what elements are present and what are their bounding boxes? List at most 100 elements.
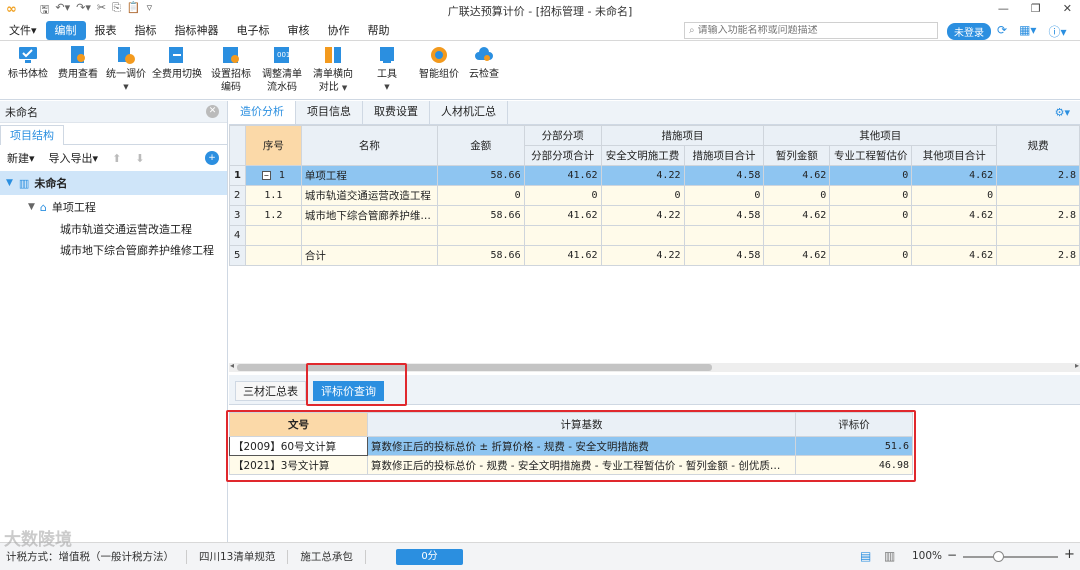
tab-cost-analysis[interactable]: 造价分析 <box>229 101 296 124</box>
menu-report[interactable]: 报表 <box>86 21 126 40</box>
menu-file[interactable]: 文件▾ <box>0 21 46 40</box>
tab-fee-settings[interactable]: 取费设置 <box>363 101 430 124</box>
zoom-in-icon[interactable]: + <box>1064 547 1075 562</box>
column-view-icon[interactable]: ▥ <box>884 549 895 563</box>
scroll-right-icon[interactable]: ▸ <box>1075 361 1079 370</box>
apps-icon[interactable]: ▦▾ <box>1019 23 1036 40</box>
menu-help[interactable]: 帮助 <box>359 21 399 40</box>
scrollbar-thumb[interactable] <box>237 364 712 371</box>
fee-view-button[interactable]: 费用查看 <box>54 44 102 81</box>
paste-icon[interactable]: 📋 <box>127 1 141 20</box>
col-header-name[interactable]: 名称 <box>300 125 438 166</box>
scroll-left-icon[interactable]: ◂ <box>230 361 234 370</box>
table-row[interactable]: 2 1.1 城市轨道交通运营改造工程 0 0 0 0 0 0 0 <box>229 185 1080 206</box>
cloud-icon <box>473 44 495 66</box>
menu-index-tool[interactable]: 指标神器 <box>166 21 228 40</box>
redo-icon[interactable]: ↷▾ <box>76 1 91 20</box>
switch-icon <box>166 44 188 66</box>
collapse-arrow-icon[interactable]: ▼ <box>28 202 35 212</box>
cloud-check-button[interactable]: 云检查 <box>464 44 504 81</box>
refresh-icon[interactable]: ⟳ <box>997 23 1007 40</box>
horizontal-scrollbar[interactable]: ◂ ▸ <box>229 361 1080 372</box>
save-icon[interactable]: 🖫 <box>40 1 49 20</box>
new-button[interactable]: 新建▾ <box>7 150 35 166</box>
tools-button[interactable]: 工具 ▼ <box>370 44 404 94</box>
bid-check-button[interactable]: 标书体检 <box>6 44 50 81</box>
col-header-fbfx-total[interactable]: 分部分项合计 <box>523 145 602 166</box>
col-header-provisional[interactable]: 暂列金额 <box>763 145 831 166</box>
minimize-icon[interactable]: — <box>998 2 1009 15</box>
tree-node-root[interactable]: ▼ ▥ 未命名 <box>0 171 227 195</box>
contract-status: 施工总承包 <box>288 549 366 564</box>
tree-node-unit-1[interactable]: 城市轨道交通运营改造工程 <box>0 219 227 239</box>
main-tab-bar: 造价分析 项目信息 取费设置 人材机汇总 ⚙▾ <box>229 101 1080 125</box>
move-down-icon[interactable]: ⬇ <box>135 152 144 165</box>
tab-eval-price-query[interactable]: 评标价查询 <box>313 381 384 401</box>
tree-node-unit-2[interactable]: 城市地下综合管廊养护维修工程 <box>0 239 227 261</box>
close-icon[interactable]: ✕ <box>1063 2 1072 15</box>
copy-icon[interactable]: ⎘ <box>112 1 121 20</box>
view-mode-icon[interactable]: ▤ <box>860 549 871 563</box>
table-row[interactable]: 【2009】60号文计算 算数修正后的投标总价 ± 折算价格 - 规费 - 安全… <box>229 436 913 456</box>
table-row[interactable]: 【2021】3号文计算 算数修正后的投标总价 - 规费 - 安全文明措施费 - … <box>229 455 913 475</box>
col-header-amount[interactable]: 金额 <box>436 125 525 166</box>
col-header-other-total[interactable]: 其他项目合计 <box>911 145 998 166</box>
zoom-slider[interactable] <box>963 551 1058 562</box>
app-logo-icon: ∞ <box>6 2 17 17</box>
unified-price-adjust-button[interactable]: 统一调价 ▼ <box>104 44 148 94</box>
move-up-icon[interactable]: ⬆ <box>112 152 121 165</box>
zoom-slider-knob[interactable] <box>993 551 1004 562</box>
info-icon[interactable]: ⓘ▾ <box>1048 23 1066 40</box>
adjust-list-serial-button[interactable]: 001 调整清单 流水码 <box>258 44 306 94</box>
settings-icon[interactable]: ⚙▾ <box>1055 106 1070 119</box>
code-setting-icon <box>220 44 242 66</box>
col-header-safety[interactable]: 安全文明施工费 <box>600 145 685 166</box>
table-row[interactable]: 1 −1 单项工程 58.66 41.62 4.22 4.58 4.62 0 4… <box>229 165 1080 186</box>
set-bid-code-button[interactable]: 设置招标 编码 <box>206 44 256 94</box>
header-icons: ⟳ ▦▾ ⓘ▾ ⋮ <box>997 23 1080 40</box>
tab-three-materials[interactable]: 三材汇总表 <box>235 381 306 401</box>
window-controls: — ❐ ✕ <box>998 2 1072 15</box>
window-title: 广联达预算计价 - [招标管理 - 未命名] <box>447 5 633 18</box>
search-input[interactable] <box>697 25 923 36</box>
zoom-out-icon[interactable]: − <box>947 548 957 562</box>
cut-icon[interactable]: ✂ <box>97 1 106 20</box>
tab-project-structure[interactable]: 项目结构 <box>0 125 64 145</box>
col-header-prof-est[interactable]: 专业工程暂估价 <box>829 145 913 166</box>
tree-node-single-project[interactable]: ▼ ⌂ 单项工程 <box>0 195 227 219</box>
full-cost-switch-button[interactable]: 全费用切换 <box>150 44 204 81</box>
document-search-icon <box>67 44 89 66</box>
col-header-measures-total[interactable]: 措施项目合计 <box>683 145 765 166</box>
undo-icon[interactable]: ↶▾ <box>55 1 70 20</box>
restore-icon[interactable]: ❐ <box>1031 2 1041 15</box>
smart-pricing-button[interactable]: 智能组价 <box>416 44 462 81</box>
menu-index[interactable]: 指标 <box>126 21 166 40</box>
score-indicator[interactable]: 0分 <box>396 549 463 565</box>
list-serial-icon: 001 <box>271 44 293 66</box>
customize-icon[interactable]: ▿ <box>147 1 153 20</box>
collapse-box-icon[interactable]: − <box>261 171 271 180</box>
table-row[interactable]: 4 <box>229 225 1080 246</box>
list-compare-button[interactable]: 清单横向 对比 ▼ <box>310 44 356 95</box>
tab-labor-material-summary[interactable]: 人材机汇总 <box>430 101 508 124</box>
menu-e-bid[interactable]: 电子标 <box>228 21 279 40</box>
ribbon-toolbar: 标书体检 费用查看 统一调价 ▼ 全费用切换 设置招标 编码 001 调整清单 … <box>0 41 1080 100</box>
add-icon[interactable]: + <box>205 151 219 165</box>
col-header-seq[interactable]: 序号 <box>244 125 302 166</box>
menu-collab[interactable]: 协作 <box>319 21 359 40</box>
table-row-total[interactable]: 5 合计 58.66 41.62 4.22 4.58 4.62 0 4.62 2… <box>229 245 1080 266</box>
status-bar: 计税方式：增值税（一般计税方法） 四川13清单规范 施工总承包 0分 ▤ ▥ 1… <box>0 542 1080 570</box>
table-row[interactable]: 3 1.2 城市地下综合管廊养护维… 58.66 41.62 4.22 4.58… <box>229 205 1080 226</box>
collapse-arrow-icon[interactable]: ▼ <box>6 178 13 188</box>
panel-toolbar: 新建▾ 导入导出▾ ⬆ ⬇ + <box>0 145 227 171</box>
tab-project-info[interactable]: 项目信息 <box>296 101 363 124</box>
close-panel-icon[interactable]: ✕ <box>206 105 219 118</box>
menu-review[interactable]: 审核 <box>279 21 319 40</box>
col-header-eval-price[interactable]: 评标价 <box>795 412 913 437</box>
col-header-basis[interactable]: 计算基数 <box>367 412 796 437</box>
col-header-doc[interactable]: 文号 <box>229 412 368 437</box>
import-export-button[interactable]: 导入导出▾ <box>49 150 99 166</box>
col-header-fees[interactable]: 规费 <box>996 125 1080 166</box>
login-button[interactable]: 未登录 <box>947 23 991 40</box>
menu-edit[interactable]: 编制 <box>45 20 86 40</box>
